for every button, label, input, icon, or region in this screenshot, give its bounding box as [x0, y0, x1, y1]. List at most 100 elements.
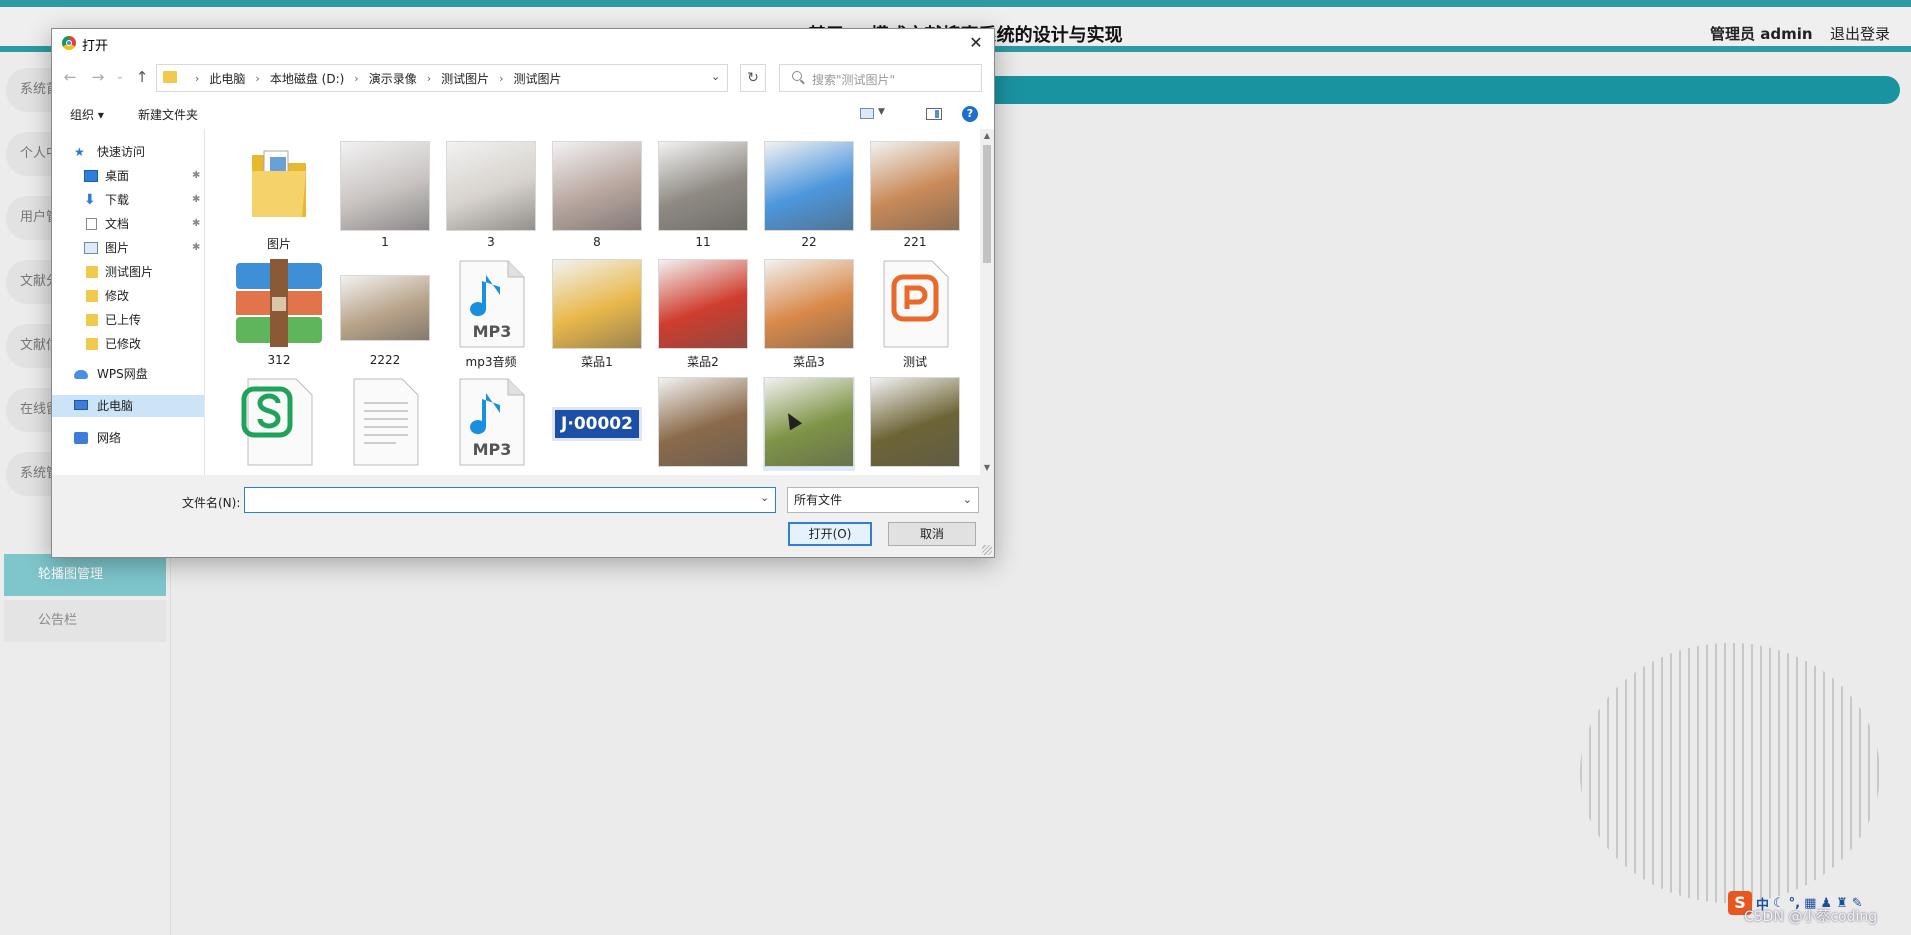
file-item-image[interactable]: 8	[551, 141, 643, 249]
scroll-up-icon[interactable]: ▲	[980, 129, 994, 143]
bottles-thumbnail-icon	[340, 259, 430, 349]
new-folder-button[interactable]: 新建文件夹	[138, 106, 198, 123]
file-label: mp3音频	[465, 355, 517, 369]
file-item-image[interactable]	[869, 377, 961, 471]
address-bar[interactable]: › 此电脑 › 本地磁盘 (D:) › 演示录像 › 测试图片 › 测试图片 ⌄	[156, 64, 728, 92]
nav-item-modified[interactable]: 已修改	[52, 333, 204, 355]
filetype-select[interactable]: 所有文件 ⌄	[787, 487, 979, 513]
image-thumbnail-icon	[552, 141, 642, 231]
file-item-image[interactable]: 2222	[339, 259, 431, 367]
folder-icon	[86, 290, 98, 302]
close-icon[interactable]: ✕	[964, 32, 988, 54]
cancel-button[interactable]: 取消	[888, 522, 976, 546]
chevron-right-icon[interactable]: ›	[427, 72, 431, 85]
file-item-image[interactable]: 221	[869, 141, 961, 249]
nav-item-label: 测试图片	[105, 265, 154, 279]
nav-item-network[interactable]: 网络	[52, 427, 204, 449]
breadcrumb-item[interactable]: 此电脑	[209, 70, 245, 87]
file-label: 8	[593, 235, 601, 249]
file-item-spreadsheet[interactable]	[233, 377, 325, 471]
file-label: 2222	[369, 353, 401, 367]
filename-input[interactable]	[244, 487, 776, 513]
svg-text:MP3: MP3	[473, 440, 512, 459]
nav-item-documents[interactable]: 文档 ✱	[52, 213, 204, 235]
nav-item-this-pc[interactable]: 此电脑	[52, 395, 204, 417]
breadcrumb-item[interactable]: 测试图片	[441, 70, 489, 87]
open-button[interactable]: 打开(O)	[788, 522, 872, 546]
file-item-image[interactable]: 1	[339, 141, 431, 249]
navigation-row: ← → ⌄ ↑ › 此电脑 › 本地磁盘 (D:) › 演示录像 › 测试图片 …	[52, 57, 994, 99]
chevron-down-icon: ⌄	[962, 493, 972, 506]
organize-menu[interactable]: 组织 ▾	[70, 106, 104, 123]
nav-item-modify[interactable]: 修改	[52, 285, 204, 307]
file-item-audio[interactable]: MP3	[445, 377, 537, 471]
nav-item-downloads[interactable]: ⬇ 下载 ✱	[52, 189, 204, 211]
sidebar-item-carousel[interactable]: 轮播图管理	[4, 554, 166, 596]
chevron-right-icon[interactable]: ›	[354, 72, 358, 85]
forward-arrow-icon[interactable]: →	[88, 67, 108, 87]
pin-icon: ✱	[192, 218, 201, 229]
file-item-archive[interactable]: 312	[233, 259, 325, 367]
file-item-image[interactable]: 菜品2	[657, 259, 749, 370]
file-item-image[interactable]	[657, 377, 749, 471]
svg-text:MP3: MP3	[473, 322, 512, 341]
preview-pane-icon[interactable]	[926, 108, 942, 120]
file-item-document[interactable]	[339, 377, 431, 471]
nav-item-label: 此电脑	[97, 399, 134, 413]
pin-icon: ✱	[192, 194, 201, 205]
chevron-right-icon[interactable]: ›	[499, 72, 503, 85]
nav-item-label: 已上传	[105, 313, 142, 327]
file-item-folder[interactable]: 图片	[233, 141, 325, 252]
refresh-icon[interactable]: ↻	[740, 64, 766, 92]
file-item-image[interactable]	[763, 377, 855, 471]
up-arrow-icon[interactable]: ↑	[132, 67, 152, 87]
nav-item-label: WPS网盘	[97, 367, 148, 381]
file-item-image[interactable]: 22	[763, 141, 855, 249]
dialog-titlebar[interactable]: 打开 ✕	[52, 29, 994, 57]
vegetables-thumbnail-icon	[870, 141, 960, 231]
file-label: 11	[695, 235, 711, 249]
chevron-down-icon[interactable]: ⌄	[711, 70, 720, 83]
chevron-down-icon[interactable]: ▼	[878, 107, 885, 117]
file-label: 221	[903, 235, 927, 249]
nav-item-label: 已修改	[105, 337, 142, 351]
view-mode-icon[interactable]	[860, 108, 874, 119]
dialog-footer: 文件名(N): ⌄ 所有文件 ⌄ 打开(O) 取消	[52, 475, 994, 557]
file-grid-scrollbar[interactable]: ▲ ▼	[980, 129, 994, 475]
file-item-image[interactable]: 11	[657, 141, 749, 249]
file-item-image[interactable]: J·00002	[551, 377, 643, 471]
nav-item-pictures[interactable]: 图片 ✱	[52, 237, 204, 259]
file-item-image[interactable]: 菜品3	[763, 259, 855, 370]
nav-item-test-images[interactable]: 测试图片	[52, 261, 204, 283]
nav-item-uploaded[interactable]: 已上传	[52, 309, 204, 331]
file-item-image[interactable]: 菜品1	[551, 259, 643, 370]
breadcrumb-item[interactable]: 测试图片	[514, 70, 562, 87]
nav-item-quick-access[interactable]: ★ 快速访问	[52, 141, 204, 163]
scrollbar-thumb[interactable]	[983, 145, 991, 263]
chevron-right-icon[interactable]: ›	[255, 72, 259, 85]
logout-link[interactable]: 退出登录	[1830, 23, 1890, 44]
file-item-image[interactable]: 3	[445, 141, 537, 249]
download-icon: ⬇	[84, 192, 96, 208]
chrome-icon	[62, 36, 76, 50]
breadcrumb-item[interactable]: 本地磁盘 (D:)	[270, 70, 344, 87]
file-label: 图片	[266, 237, 291, 251]
scroll-down-icon[interactable]: ▼	[980, 461, 994, 475]
image-thumbnail-icon	[658, 141, 748, 231]
nav-item-wps-cloud[interactable]: WPS网盘	[52, 363, 204, 385]
file-item-presentation[interactable]: 测试	[869, 259, 961, 370]
breadcrumb-item[interactable]: 演示录像	[369, 70, 417, 87]
back-arrow-icon[interactable]: ←	[60, 67, 80, 87]
document-icon	[340, 377, 430, 467]
archive-icon	[234, 259, 324, 349]
resize-grip-icon[interactable]	[982, 545, 992, 555]
file-label: 菜品2	[687, 355, 719, 369]
sidebar-item-notice[interactable]: 公告栏	[4, 600, 166, 642]
file-label: 1	[381, 235, 389, 249]
file-item-audio[interactable]: MP3 mp3音频	[445, 259, 537, 370]
search-input[interactable]: 搜索"测试图片"	[779, 64, 982, 92]
help-icon[interactable]: ?	[962, 106, 978, 122]
nav-item-desktop[interactable]: 桌面 ✱	[52, 165, 204, 187]
chevron-right-icon: ›	[195, 72, 200, 85]
recent-locations-dropdown-icon[interactable]: ⌄	[110, 67, 130, 87]
